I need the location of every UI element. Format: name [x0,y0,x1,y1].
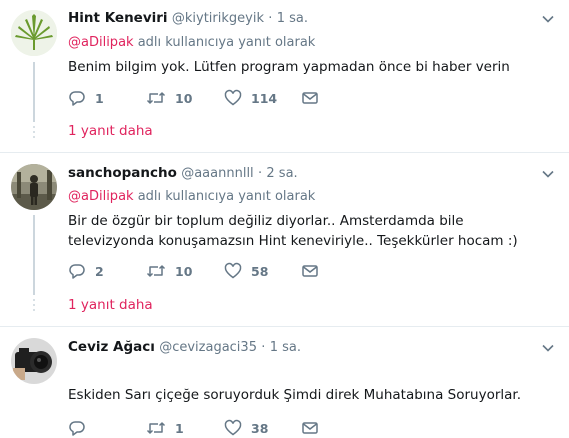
reply-button[interactable]: 2 [68,261,146,281]
timestamp[interactable]: 1 sa. [270,340,301,355]
reply-context-text: adlı kullanıcıya yanıt olarak [133,189,316,204]
envelope-icon [302,265,318,277]
tweet[interactable]: Ceviz Ağacı @cevizagaci35 · 1 sa. Eskide… [0,327,569,438]
cannabis-leaf-icon[interactable] [11,10,57,56]
chevron-down-icon[interactable] [541,12,555,26]
mention-link[interactable]: @aDilipak [68,35,134,50]
user-handle[interactable]: @kiytirikgeyik [172,11,264,26]
retweet-icon [146,92,166,104]
direct-message-button[interactable] [302,261,318,281]
chevron-down-icon[interactable] [541,167,555,181]
tweet[interactable]: sanchopancho @aaannnlll · 2 sa. @aDilipa… [0,153,569,326]
retweet-button[interactable]: 1 [146,418,224,438]
display-name[interactable]: Ceviz Ağacı [68,339,155,355]
chevron-down-icon[interactable] [541,341,555,355]
person-photo-icon[interactable] [11,164,57,210]
thread-dots [31,126,37,141]
user-handle[interactable]: @cevizagaci35 [159,340,257,355]
tweet-text: Benim bilgim yok. Lütfen program yapmada… [68,59,510,75]
like-button[interactable]: 38 [224,418,302,438]
timestamp[interactable]: 1 sa. [277,11,308,26]
tweet-actions: 1 10 114 [68,88,318,108]
tweet-header: sanchopancho @aaannnlll · 2 sa. [68,164,298,183]
direct-message-button[interactable] [302,88,318,108]
reply-context: @aDilipak adlı kullanıcıya yanıt olarak [68,188,315,206]
like-button[interactable]: 58 [224,261,302,281]
display-name[interactable]: sanchopancho [68,165,177,181]
tweet-header: Hint Keneviri @kiytirikgeyik · 1 sa. [68,9,308,28]
reply-count: 1 [95,90,104,106]
retweet-button[interactable]: 10 [146,88,224,108]
retweet-count: 1 [175,420,184,436]
more-replies-link[interactable]: 1 yanıt daha [68,296,153,314]
camera-photo-icon[interactable] [11,338,57,384]
thread-dots [31,299,37,314]
heart-icon [224,419,242,436]
retweet-count: 10 [175,90,193,106]
more-replies-link[interactable]: 1 yanıt daha [68,122,153,140]
thread-line [33,62,35,122]
like-count: 58 [251,263,269,279]
tweet-header: Ceviz Ağacı @cevizagaci35 · 1 sa. [68,338,301,357]
reply-count: 2 [95,263,104,279]
reply-context-text: adlı kullanıcıya yanıt olarak [133,35,316,50]
thread-line [33,215,35,295]
reply-icon [69,91,85,106]
envelope-icon [302,92,318,104]
like-count: 38 [251,420,269,436]
heart-icon [224,262,242,279]
user-handle[interactable]: @aaannnlll [181,166,253,181]
reply-button[interactable]: 1 [68,88,146,108]
envelope-icon [302,422,318,434]
tweet-actions: 2 10 58 [68,261,318,281]
separator-dot: · [261,340,266,355]
reply-icon [69,264,85,279]
retweet-count: 10 [175,263,193,279]
tweet[interactable]: Hint Keneviri @kiytirikgeyik · 1 sa. @aD… [0,0,569,152]
retweet-button[interactable]: 10 [146,261,224,281]
like-button[interactable]: 114 [224,88,302,108]
retweet-icon [146,265,166,277]
tweet-text: Bir de özgür bir toplum değiliz diyorlar… [68,213,518,249]
reply-context: @aDilipak adlı kullanıcıya yanıt olarak [68,34,315,52]
direct-message-button[interactable] [302,418,318,438]
tweet-text: Eskiden Sarı çiçeğe soruyorduk Şimdi dir… [68,387,522,403]
heart-icon [224,89,242,106]
mention-link[interactable]: @aDilipak [68,189,134,204]
reply-button[interactable] [68,418,146,438]
separator-dot: · [268,11,273,26]
reply-icon [69,421,85,436]
tweet-actions: 1 38 [68,418,318,438]
like-count: 114 [251,90,278,106]
display-name[interactable]: Hint Keneviri [68,10,168,26]
timestamp[interactable]: 2 sa. [266,166,297,181]
retweet-icon [146,422,166,434]
separator-dot: · [257,166,263,181]
